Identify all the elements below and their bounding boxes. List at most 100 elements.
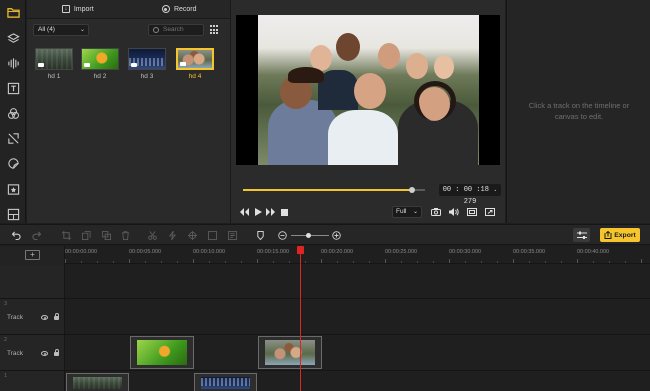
media-item[interactable]: hd 2 [81,48,119,82]
freeze-frame-icon[interactable] [186,229,198,241]
step-forward-icon[interactable] [265,206,275,218]
media-tabs: ↓ Import Record [27,0,230,19]
playhead-line[interactable] [300,250,301,391]
chevron-down-icon: ⌄ [412,209,418,215]
ruler-tick-label: 00:00:40.000 [577,249,610,255]
timeline-area: + 00:00:00.000 00:00:05.000 00:00:10.000… [0,246,650,391]
media-item-label: hd 1 [47,73,61,80]
preview-panel: 00 : 00 :18 . 279 Full ⌄ [230,0,505,223]
copy-icon[interactable] [80,229,92,241]
timeline-clip-city[interactable] [194,373,257,391]
layers-icon[interactable] [4,29,22,47]
crop-icon[interactable] [60,229,72,241]
eye-icon[interactable] [41,315,48,320]
split-scissors-icon[interactable] [146,229,158,241]
play-icon[interactable] [253,206,263,218]
timeline-ruler[interactable]: 00:00:00.000 00:00:05.000 00:00:10.000 0… [65,246,650,264]
timeline-settings-button[interactable] [573,228,590,242]
ruler-tick [433,261,434,263]
mosaic-icon[interactable] [226,229,238,241]
lock-icon[interactable] [54,349,59,356]
picture-in-picture-icon[interactable] [466,206,478,218]
fullscreen-icon[interactable] [484,206,496,218]
stickers-icon[interactable] [4,154,22,172]
templates-icon[interactable] [4,205,22,223]
ruler-tick [129,259,130,263]
track-header [0,265,65,298]
record-tab[interactable]: Record [129,0,231,18]
ruler-tick [561,261,562,263]
track-header: 1 [0,371,65,391]
step-back-icon[interactable] [239,206,249,218]
audio-wave-icon[interactable] [4,54,22,72]
ruler-tick [401,261,402,263]
media-search-box[interactable] [148,24,204,36]
marker-icon[interactable] [254,229,266,241]
filters-icon[interactable] [4,104,22,122]
media-item-label: hd 4 [188,73,202,80]
ruler-tick [241,261,242,263]
eye-icon[interactable] [41,351,48,356]
video-canvas[interactable] [236,15,500,165]
preview-quality-value: Full [396,208,407,215]
track-lane-empty[interactable] [0,265,650,299]
duplicate-icon[interactable] [100,229,112,241]
media-item[interactable]: hd 1 [35,48,73,82]
camera-snapshot-icon[interactable] [430,206,442,218]
export-label: Export [614,231,636,239]
lock-icon[interactable] [54,313,59,320]
export-button[interactable]: Export [600,228,640,242]
track-name: Track [7,350,24,357]
import-tab[interactable]: ↓ Import [27,0,129,18]
ruler-tick [481,261,482,263]
ruler-tick [81,261,82,263]
ruler-tick [97,261,98,263]
media-item-label: hd 3 [140,73,154,80]
stop-icon[interactable] [279,206,289,218]
import-label: Import [73,5,94,13]
ruler-tick [465,261,466,263]
rotate-icon[interactable] [206,229,218,241]
ruler-tick-label: 00:00:10.000 [193,249,226,255]
left-toolbar [0,0,26,223]
track-lane-1[interactable]: 1 [0,371,650,391]
timeline-clip-forest[interactable] [66,373,129,391]
preview-seek-row: 00 : 00 :18 . 279 [243,184,501,206]
delete-icon[interactable] [119,229,131,241]
media-item[interactable]: hd 3 [128,48,166,82]
add-track-button[interactable]: + [25,250,40,260]
track-header: 2 Track [0,335,65,370]
preview-quality-dropdown[interactable]: Full ⌄ [392,206,422,218]
undo-icon[interactable] [10,229,22,241]
elements-icon[interactable] [4,180,22,198]
video-badge-icon [131,63,137,67]
playback-controls: Full ⌄ [239,206,501,218]
volume-icon[interactable] [448,206,460,218]
zoom-out-icon[interactable] [276,229,288,241]
media-folder-icon[interactable] [4,3,22,21]
ruler-tick-label: 00:00:35.000 [513,249,546,255]
media-item-label: hd 2 [93,73,107,80]
redo-icon[interactable] [30,229,42,241]
track-lane-3[interactable]: 3 Track [0,299,650,335]
playback-progress-bar[interactable] [243,187,425,193]
text-icon[interactable] [4,79,22,97]
ruler-tick-label: 00:00:30.000 [449,249,482,255]
playback-progress-handle[interactable] [409,187,416,193]
ruler-tick [209,261,210,263]
media-search-input[interactable] [163,26,203,33]
media-item-selected[interactable]: hd 4 [176,48,214,82]
grid-view-icon[interactable] [210,25,220,35]
properties-panel: Click a track on the timeline or canvas … [506,0,650,223]
transitions-icon[interactable] [4,129,22,147]
timeline-zoom-handle[interactable] [306,233,312,238]
ruler-tick [641,259,642,263]
timeline-clip-selfie[interactable] [258,336,322,369]
timeline-clip-butterfly[interactable] [130,336,194,369]
ruler-tick [305,261,306,263]
speed-icon[interactable] [166,229,178,241]
ruler-tick [593,261,594,263]
zoom-in-icon[interactable] [330,229,342,241]
track-lane-2[interactable]: 2 Track [0,335,650,371]
media-filter-dropdown[interactable]: All (4) ⌄ [33,24,89,36]
